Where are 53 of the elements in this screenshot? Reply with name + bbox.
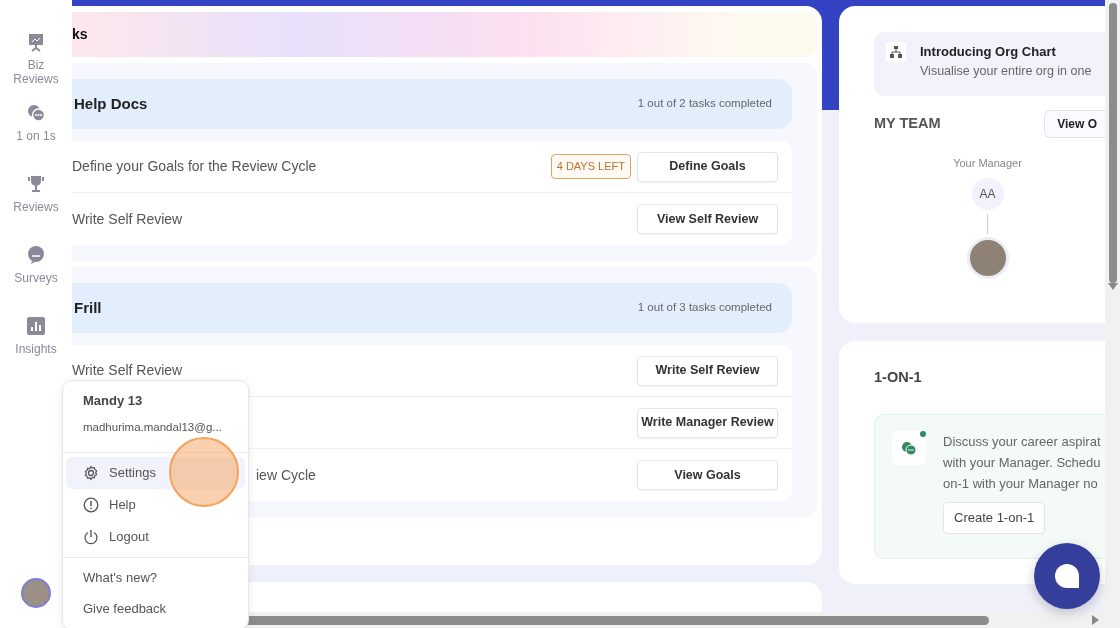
description-line: on-1 with your Manager no: [943, 474, 1099, 493]
presentation-board-icon: [26, 32, 46, 52]
menu-item[interactable]: Logout: [66, 520, 245, 553]
task-action-button[interactable]: View Goals: [637, 460, 778, 490]
progress-text: 1 out of 2 tasks completed: [637, 96, 772, 112]
task-action-button[interactable]: Write Self Review: [637, 355, 778, 386]
sidebar-item[interactable]: Reviews: [6, 174, 66, 245]
create-one-on-one-button[interactable]: Create 1-on-1: [943, 501, 1046, 534]
gear-icon: [83, 464, 99, 481]
user-email: madhurima.mandal13@g...: [82, 419, 223, 435]
task-label: Write Self Review: [72, 361, 183, 380]
banner-text: Visualise your entire org in one: [920, 62, 1092, 80]
trophy-icon: [26, 174, 46, 194]
task-action-button[interactable]: Define Goals: [637, 151, 778, 182]
task-action-button[interactable]: View Self Review: [637, 204, 778, 234]
days-left-tag: 4 DAYS LEFT: [550, 154, 631, 179]
bar-chart-icon: [26, 316, 46, 336]
menu-link[interactable]: Give feedback: [63, 593, 248, 625]
sidebar-item[interactable]: Biz Reviews: [6, 32, 66, 103]
power-icon: [83, 528, 99, 545]
org-chart-icon: [886, 42, 906, 62]
scrollbar-thumb[interactable]: [1108, 3, 1117, 283]
sidebar-item[interactable]: Surveys: [6, 245, 66, 316]
menu-item[interactable]: Settings: [66, 456, 245, 489]
speech-bubble-icon: [26, 245, 46, 265]
section-title: 1-ON-1: [874, 368, 923, 387]
menu-item[interactable]: Help: [66, 488, 245, 521]
task-label: iew Cycle: [256, 465, 316, 485]
menu-link[interactable]: What's new?: [63, 561, 248, 594]
sidebar-item[interactable]: Insights: [6, 316, 66, 387]
scroll-down-arrow-icon[interactable]: [1107, 283, 1118, 291]
task-action-button[interactable]: Write Manager Review: [637, 407, 778, 438]
group-title: Frill: [74, 297, 102, 318]
manager-label: Your Manager: [953, 156, 1022, 171]
banner-title: Introducing Org Chart: [920, 43, 1057, 61]
group-title: Help Docs: [74, 93, 148, 114]
exclamation-circle-icon: [83, 496, 99, 513]
user-avatar[interactable]: [21, 578, 51, 608]
task-label: Write Self Review: [72, 209, 183, 229]
chat-bubbles-icon: [892, 430, 926, 465]
chat-bubble-icon: [1054, 563, 1080, 589]
tasks-header: ks: [72, 12, 817, 57]
task-label: Define your Goals for the Review Cycle: [72, 157, 317, 176]
org-chart-banner[interactable]: Introducing Org Chart Visualise your entire org in one: [874, 32, 1105, 96]
manager-avatar[interactable]: AA: [971, 177, 1004, 210]
progress-text: 1 out of 3 tasks completed: [637, 300, 772, 316]
section-title: MY TEAM: [874, 114, 941, 134]
description-line: Discuss your career aspirat: [943, 432, 1101, 451]
scroll-right-arrow-icon[interactable]: [1092, 615, 1100, 625]
view-org-button[interactable]: View O: [1044, 110, 1105, 138]
user-name: Mandy 13: [82, 392, 144, 410]
chat-bubbles-icon: [26, 103, 46, 123]
description-line: with your Manager. Schedu: [943, 453, 1101, 472]
